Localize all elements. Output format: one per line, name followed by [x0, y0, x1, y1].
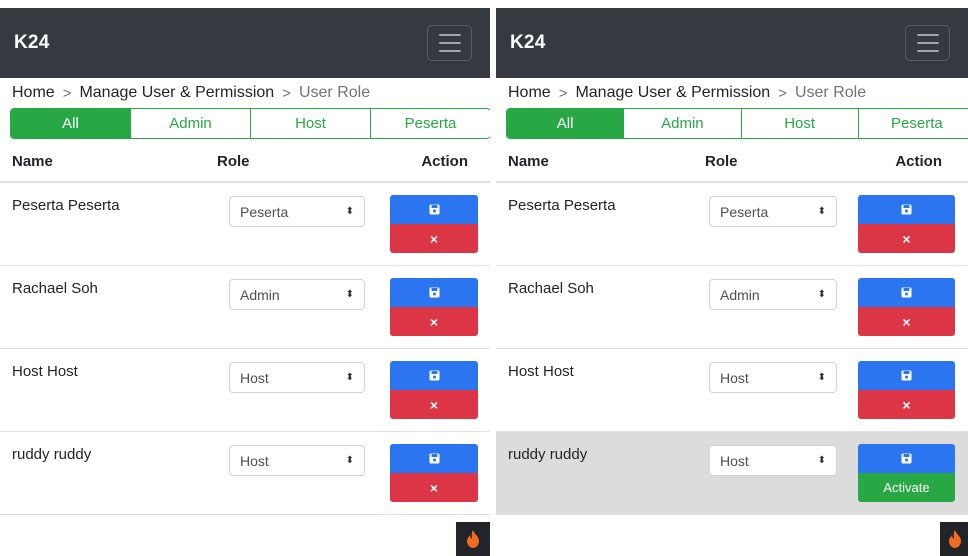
tab-admin[interactable]: Admin [130, 109, 250, 138]
breadcrumb-section[interactable]: Manage User & Permission [575, 84, 770, 102]
floppy-disk-icon [901, 370, 912, 381]
role-filter-tabs: All Admin Host Peserta [10, 108, 490, 139]
delete-button[interactable]: × [858, 307, 955, 336]
role-select[interactable]: Host ⬍ [229, 362, 365, 393]
breadcrumb-section[interactable]: Manage User & Permission [79, 84, 274, 102]
delete-button[interactable]: × [858, 390, 955, 419]
header-role: Role [217, 152, 250, 170]
table-row: Peserta Peserta Peserta ⬍ × [496, 183, 968, 266]
user-name: ruddy ruddy [508, 446, 588, 463]
tab-all[interactable]: All [11, 109, 130, 138]
tab-admin[interactable]: Admin [623, 109, 741, 138]
hamburger-icon[interactable] [427, 25, 472, 61]
role-select[interactable]: Peserta ⬍ [709, 196, 837, 227]
tab-host[interactable]: Host [740, 109, 858, 138]
navbar: K24 [0, 8, 490, 78]
floppy-disk-icon [429, 370, 439, 381]
header-action: Action [895, 152, 942, 170]
save-button[interactable] [390, 444, 478, 473]
table-row: Rachael Soh Admin ⬍ × [496, 266, 968, 349]
user-name: Host Host [12, 363, 78, 380]
table-header: Name Role Action [496, 141, 968, 183]
activate-button[interactable]: Activate [858, 473, 955, 502]
user-name: Host Host [508, 363, 574, 380]
breadcrumb-home[interactable]: Home [508, 84, 551, 102]
floppy-disk-icon [429, 287, 439, 298]
hamburger-icon[interactable] [905, 25, 950, 61]
select-arrow-icon: ⬍ [345, 455, 354, 466]
save-button[interactable] [390, 361, 478, 390]
delete-button[interactable]: × [858, 224, 955, 253]
tab-peserta[interactable]: Peserta [370, 109, 490, 138]
delete-button[interactable]: × [390, 473, 478, 502]
header-role: Role [705, 152, 738, 170]
breadcrumb-separator: > [282, 84, 291, 102]
role-select[interactable]: Host ⬍ [709, 445, 837, 476]
breadcrumb-separator: > [62, 84, 72, 102]
header-action: Action [421, 152, 468, 170]
breadcrumb-separator: > [558, 84, 568, 102]
role-select[interactable]: Host ⬍ [709, 362, 837, 393]
table-row: Peserta Peserta Peserta ⬍ × [0, 183, 490, 266]
breadcrumb-current: User Role [298, 84, 371, 101]
select-arrow-icon: ⬍ [817, 206, 826, 217]
floppy-disk-icon [901, 204, 912, 215]
table-row: Rachael Soh Admin ⬍ × [0, 266, 490, 349]
select-arrow-icon: ⬍ [817, 455, 826, 466]
user-name: Peserta Peserta [508, 197, 616, 214]
save-button[interactable] [858, 444, 955, 473]
flame-icon[interactable] [940, 522, 968, 556]
save-button[interactable] [390, 195, 478, 224]
header-name: Name [12, 152, 53, 170]
floppy-disk-icon [429, 453, 439, 464]
screen-right: K24 Home > Manage User & Permission > Us… [496, 0, 968, 556]
role-select[interactable]: Host ⬍ [229, 445, 365, 476]
tab-all[interactable]: All [507, 109, 624, 138]
table-row: ruddy ruddy Host ⬍ × [0, 432, 490, 515]
role-select[interactable]: Admin ⬍ [229, 279, 365, 310]
breadcrumb-separator: > [778, 84, 787, 102]
user-name: Peserta Peserta [12, 197, 120, 214]
user-name: ruddy ruddy [12, 446, 92, 463]
floppy-disk-icon [901, 453, 912, 464]
navbar: K24 [496, 8, 968, 78]
save-button[interactable] [390, 278, 478, 307]
tab-host[interactable]: Host [250, 109, 370, 138]
table-header: Name Role Action [0, 141, 490, 183]
role-filter-tabs: All Admin Host Peserta [506, 108, 968, 139]
select-arrow-icon: ⬍ [345, 372, 354, 383]
user-name: Rachael Soh [12, 280, 98, 297]
table-row: Host Host Host ⬍ × [0, 349, 490, 432]
brand-logo[interactable]: K24 [14, 32, 49, 54]
flame-icon[interactable] [456, 522, 490, 556]
breadcrumb-current: User Role [794, 84, 867, 101]
breadcrumb-home[interactable]: Home [12, 84, 55, 102]
brand-logo[interactable]: K24 [510, 32, 545, 54]
user-name: Rachael Soh [508, 280, 594, 297]
floppy-disk-icon [901, 287, 912, 298]
select-arrow-icon: ⬍ [345, 289, 354, 300]
screens: K24 Home > Manage User & Permission > Us… [0, 0, 968, 556]
role-select[interactable]: Admin ⬍ [709, 279, 837, 310]
tab-peserta[interactable]: Peserta [857, 109, 968, 138]
breadcrumb: Home > Manage User & Permission > User R… [496, 78, 968, 108]
save-button[interactable] [858, 361, 955, 390]
delete-button[interactable]: × [390, 224, 478, 253]
save-button[interactable] [858, 278, 955, 307]
header-name: Name [508, 152, 549, 170]
delete-button[interactable]: × [390, 390, 478, 419]
save-button[interactable] [858, 195, 955, 224]
select-arrow-icon: ⬍ [345, 206, 354, 217]
breadcrumb: Home > Manage User & Permission > User R… [0, 78, 490, 108]
select-arrow-icon: ⬍ [817, 289, 826, 300]
screen-left: K24 Home > Manage User & Permission > Us… [0, 0, 490, 556]
table-row-inactive: ruddy ruddy Host ⬍ Activate [496, 432, 968, 515]
table-row: Host Host Host ⬍ × [496, 349, 968, 432]
delete-button[interactable]: × [390, 307, 478, 336]
floppy-disk-icon [429, 204, 439, 215]
select-arrow-icon: ⬍ [817, 372, 826, 383]
role-select[interactable]: Peserta ⬍ [229, 196, 365, 227]
